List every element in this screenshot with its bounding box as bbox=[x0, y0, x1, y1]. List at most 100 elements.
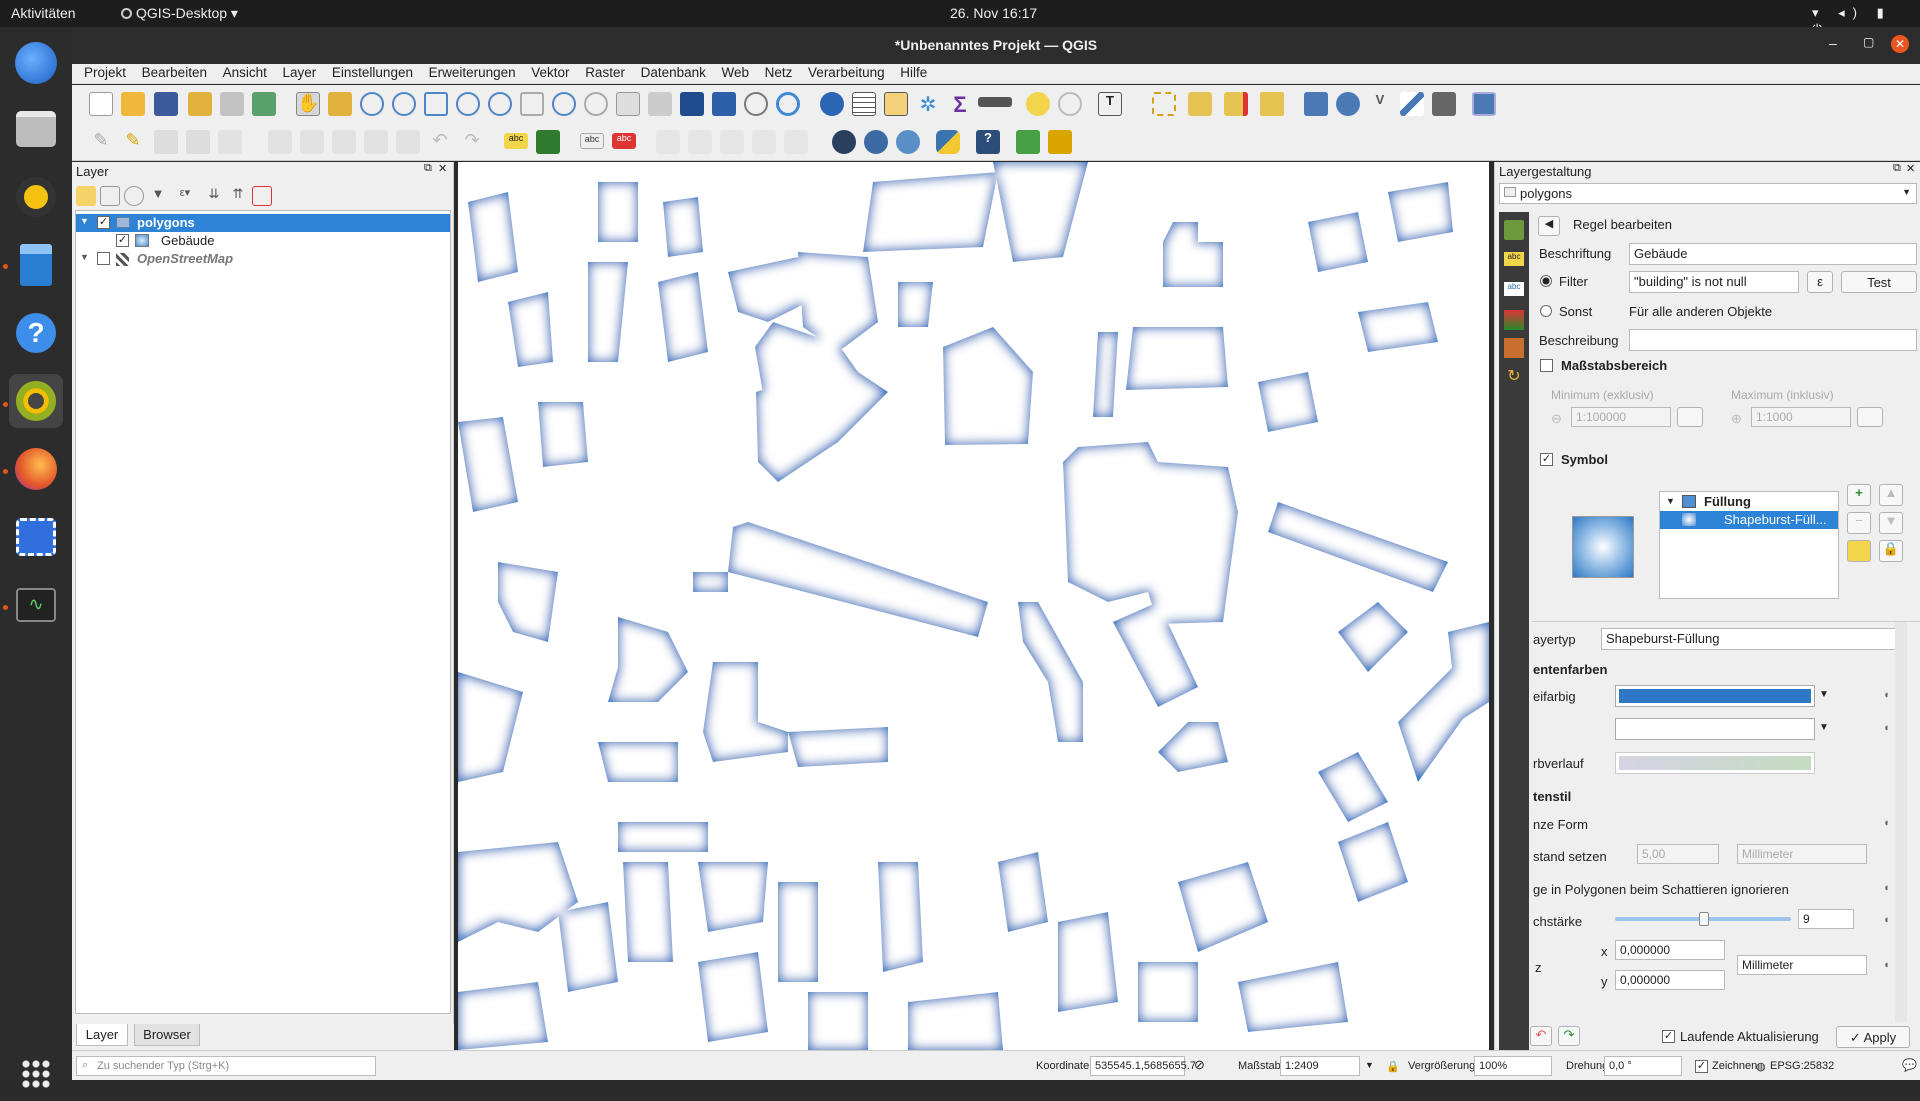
deselect-icon[interactable] bbox=[1224, 92, 1248, 116]
layout-manager-icon[interactable] bbox=[220, 92, 244, 116]
offset-unit-select[interactable]: Millimeter bbox=[1737, 955, 1867, 975]
menu-datenbank[interactable]: Datenbank bbox=[641, 64, 706, 80]
print-layout-icon[interactable] bbox=[188, 92, 212, 116]
firefox-icon[interactable] bbox=[9, 442, 63, 496]
diagrams-tab-icon[interactable] bbox=[1504, 338, 1524, 358]
panel-float-icon[interactable]: ⧉ bbox=[1893, 162, 1901, 175]
rotation-input[interactable]: 0,0 ° bbox=[1604, 1056, 1682, 1076]
filter-input[interactable]: "building" is not null bbox=[1629, 271, 1799, 293]
expand-all-icon[interactable]: ⇊ bbox=[204, 186, 224, 206]
distance-unit-select[interactable]: Millimeter bbox=[1737, 844, 1867, 864]
symbology-tab-icon[interactable] bbox=[1504, 220, 1524, 240]
python-console-icon[interactable] bbox=[936, 130, 960, 154]
help-icon[interactable]: ? bbox=[9, 306, 63, 360]
move-label-icon[interactable] bbox=[656, 130, 680, 154]
chevron-down-icon[interactable]: ▼ bbox=[1819, 689, 1829, 700]
rhythmbox-icon[interactable] bbox=[9, 170, 63, 224]
add-symbol-layer-button[interactable]: + bbox=[1847, 484, 1871, 506]
add-wms-icon[interactable] bbox=[1336, 92, 1360, 116]
redo-icon[interactable]: ↷ bbox=[460, 130, 484, 154]
paste-features-icon[interactable] bbox=[396, 130, 420, 154]
close-button[interactable]: ✕ bbox=[1891, 35, 1909, 53]
qgis-icon[interactable] bbox=[9, 374, 63, 428]
layer-type-select[interactable]: Shapeburst-Füllung bbox=[1601, 628, 1897, 650]
menu-hilfe[interactable]: Hilfe bbox=[900, 64, 927, 80]
identify-icon[interactable] bbox=[820, 92, 844, 116]
add-feature-icon[interactable] bbox=[186, 130, 210, 154]
lock-color-button[interactable]: 🔒 bbox=[1879, 540, 1903, 562]
blur-value-input[interactable]: 9 bbox=[1798, 909, 1854, 929]
rule-checkbox[interactable]: ✓ bbox=[116, 234, 129, 247]
collapse-arrow-icon[interactable]: ▼ bbox=[80, 252, 89, 262]
tab-layer[interactable]: Layer bbox=[76, 1024, 128, 1046]
data-defined-icon[interactable]: ◖ bbox=[1883, 689, 1890, 701]
3d-view-tab-icon[interactable] bbox=[1504, 310, 1524, 330]
collapse-arrow-icon[interactable]: ▼ bbox=[80, 216, 89, 226]
osm-download-icon[interactable] bbox=[896, 130, 920, 154]
fill-node[interactable]: Füllung bbox=[1704, 494, 1751, 509]
maximize-button[interactable]: ▢ bbox=[1863, 35, 1874, 49]
lock-scale-icon[interactable]: 🔒 bbox=[1386, 1060, 1400, 1073]
render-checkbox[interactable]: ✓ bbox=[1695, 1060, 1708, 1073]
change-label-icon[interactable] bbox=[720, 130, 744, 154]
toggle-editing-icon[interactable]: ✎ bbox=[121, 130, 145, 154]
chevron-down-icon[interactable]: ▼ bbox=[1819, 722, 1829, 733]
statistics-icon[interactable]: Σ bbox=[948, 92, 972, 117]
writer-icon[interactable] bbox=[9, 238, 63, 292]
zoom-layer-icon[interactable] bbox=[488, 92, 512, 116]
color-ramp-button[interactable] bbox=[1615, 752, 1815, 774]
map-tips-icon[interactable] bbox=[1026, 92, 1050, 116]
help-contents-icon[interactable]: ? bbox=[976, 130, 1000, 154]
zoom-next-icon[interactable] bbox=[584, 92, 608, 116]
locator-search[interactable]: ⌕ Zu suchender Typ (Strg+K) bbox=[76, 1056, 376, 1076]
expression-builder-button[interactable]: ε bbox=[1807, 271, 1833, 293]
layer-checkbox[interactable] bbox=[97, 252, 110, 265]
clock[interactable]: 26. Nov 16:17 bbox=[950, 5, 1037, 21]
max-scale-input[interactable]: 1:1000 bbox=[1751, 407, 1851, 427]
crs-button[interactable]: EPSG:25832 bbox=[1770, 1060, 1834, 1072]
menu-ansicht[interactable]: Ansicht bbox=[223, 64, 267, 80]
redo-style-button[interactable]: ↷ bbox=[1558, 1026, 1580, 1046]
field-calculator-icon[interactable] bbox=[884, 92, 908, 116]
vertex-tool-icon[interactable] bbox=[218, 130, 242, 154]
rotate-label-icon[interactable] bbox=[688, 130, 712, 154]
menu-raster[interactable]: Raster bbox=[585, 64, 625, 80]
data-defined-icon[interactable]: ◖ bbox=[1883, 882, 1890, 894]
select-by-value-icon[interactable] bbox=[1188, 92, 1212, 116]
metasearch-icon[interactable] bbox=[832, 130, 856, 154]
menu-netz[interactable]: Netz bbox=[765, 64, 793, 80]
remove-symbol-layer-button[interactable]: − bbox=[1847, 512, 1871, 534]
scale-input[interactable]: 1:2409 bbox=[1280, 1056, 1360, 1076]
undo-icon[interactable]: ↶ bbox=[428, 130, 452, 154]
processing-toolbox-icon[interactable]: ✲ bbox=[916, 92, 940, 116]
map-canvas[interactable] bbox=[458, 162, 1489, 1050]
labels-tab-icon[interactable]: abc bbox=[1504, 252, 1524, 266]
menu-verarbeitung[interactable]: Verarbeitung bbox=[808, 64, 885, 80]
minimize-button[interactable]: – bbox=[1829, 35, 1837, 51]
coordinate-input[interactable]: 535545.1,5685655.7 bbox=[1090, 1056, 1196, 1076]
caption-input[interactable]: Gebäude bbox=[1629, 243, 1917, 265]
panel-close-icon[interactable]: ✕ bbox=[438, 162, 447, 175]
attribute-table-icon[interactable] bbox=[852, 92, 876, 116]
layer-item-osm[interactable]: ▼ OpenStreetMap bbox=[76, 250, 450, 268]
select-location-icon[interactable] bbox=[1260, 92, 1284, 116]
blur-slider-handle[interactable] bbox=[1699, 912, 1709, 926]
primary-color-button[interactable] bbox=[1615, 685, 1815, 707]
layer-select[interactable]: polygons ▼ bbox=[1499, 183, 1917, 204]
collapse-arrow-icon[interactable]: ▼ bbox=[1666, 496, 1675, 506]
save-project-icon[interactable] bbox=[154, 92, 178, 116]
filter-legend-icon[interactable]: ▼ bbox=[148, 186, 168, 206]
show-apps-icon[interactable] bbox=[9, 1047, 63, 1101]
new-bookmark-icon[interactable] bbox=[680, 92, 704, 116]
layer-checkbox[interactable]: ✓ bbox=[97, 216, 110, 229]
move-down-button[interactable]: ▼ bbox=[1879, 512, 1903, 534]
blur-slider[interactable] bbox=[1615, 912, 1791, 926]
add-vector-icon[interactable] bbox=[1304, 92, 1328, 116]
open-layer-styling-icon[interactable] bbox=[76, 186, 96, 206]
description-input[interactable] bbox=[1629, 329, 1917, 351]
modify-attributes-icon[interactable] bbox=[268, 130, 292, 154]
plugin-search-icon[interactable] bbox=[1016, 130, 1040, 154]
open-project-icon[interactable] bbox=[121, 92, 145, 116]
remove-layer-icon[interactable] bbox=[252, 186, 272, 206]
toggle-extents-icon[interactable]: ⊘ bbox=[1194, 1057, 1205, 1073]
